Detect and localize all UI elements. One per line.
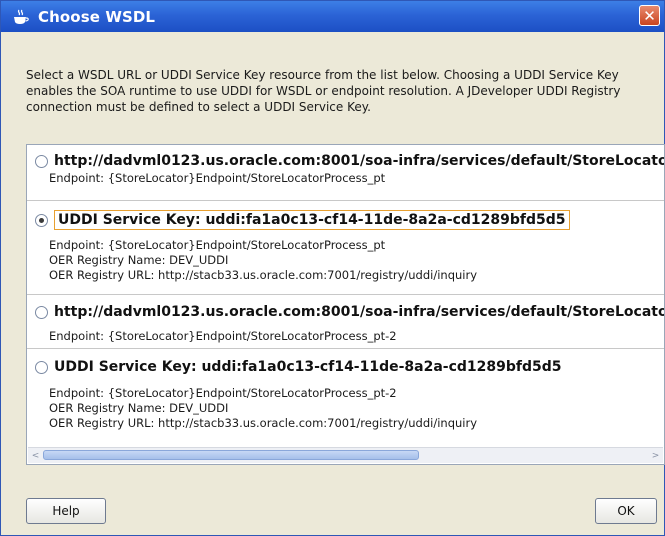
option-row[interactable]: UDDI Service Key: uddi:fa1a0c13-cf14-11d… — [35, 356, 562, 378]
wsdl-option-list[interactable]: http://dadvml0123.us.oracle.com:8001/soa… — [26, 144, 665, 465]
choose-wsdl-dialog: Choose WSDL ✕ Select a WSDL URL or UDDI … — [0, 0, 665, 536]
list-item[interactable]: http://dadvml0123.us.oracle.com:8001/soa… — [27, 145, 665, 185]
scroll-left-icon[interactable]: < — [28, 448, 43, 463]
close-icon: ✕ — [643, 6, 656, 25]
option-detail: OER Registry URL: http://stacb33.us.orac… — [49, 268, 478, 282]
option-row[interactable]: http://dadvml0123.us.oracle.com:8001/soa… — [35, 301, 665, 323]
help-button[interactable]: Help — [26, 498, 106, 524]
option-detail: Endpoint: {StoreLocator}Endpoint/StoreLo… — [49, 171, 386, 185]
option-title: UDDI Service Key: uddi:fa1a0c13-cf14-11d… — [54, 359, 562, 375]
radio-button[interactable] — [35, 360, 48, 374]
option-row[interactable]: UDDI Service Key: uddi:fa1a0c13-cf14-11d… — [35, 209, 570, 231]
coffee-cup-icon — [12, 9, 30, 25]
radio-button-selected[interactable] — [35, 213, 48, 227]
radio-button[interactable] — [35, 154, 48, 168]
option-row[interactable]: http://dadvml0123.us.oracle.com:8001/soa… — [35, 150, 665, 172]
option-title: http://dadvml0123.us.oracle.com:8001/soa… — [54, 304, 665, 320]
option-title: http://dadvml0123.us.oracle.com:8001/soa… — [54, 153, 665, 169]
option-title: UDDI Service Key: uddi:fa1a0c13-cf14-11d… — [54, 210, 570, 230]
option-detail: OER Registry Name: DEV_UDDI — [49, 401, 229, 415]
close-button[interactable]: ✕ — [639, 5, 660, 26]
option-detail: Endpoint: {StoreLocator}Endpoint/StoreLo… — [49, 386, 397, 400]
scroll-right-icon[interactable]: > — [648, 448, 663, 463]
radio-button[interactable] — [35, 305, 48, 319]
option-detail: Endpoint: {StoreLocator}Endpoint/StoreLo… — [49, 238, 386, 252]
option-detail: OER Registry Name: DEV_UDDI — [49, 253, 229, 267]
dialog-title: Choose WSDL — [38, 7, 156, 26]
option-detail: Endpoint: {StoreLocator}Endpoint/StoreLo… — [49, 329, 397, 343]
list-item[interactable]: UDDI Service Key: uddi:fa1a0c13-cf14-11d… — [27, 349, 664, 445]
instructions-text: Select a WSDL URL or UDDI Service Key re… — [26, 68, 621, 114]
scrollbar-thumb[interactable] — [43, 450, 419, 460]
option-detail: OER Registry URL: http://stacb33.us.orac… — [49, 416, 478, 430]
list-item[interactable]: UDDI Service Key: uddi:fa1a0c13-cf14-11d… — [27, 201, 664, 293]
ok-button[interactable]: OK — [595, 498, 657, 524]
list-item[interactable]: http://dadvml0123.us.oracle.com:8001/soa… — [27, 295, 664, 350]
title-bar[interactable]: Choose WSDL ✕ — [1, 1, 664, 32]
horizontal-scrollbar[interactable]: < > — [28, 447, 663, 463]
